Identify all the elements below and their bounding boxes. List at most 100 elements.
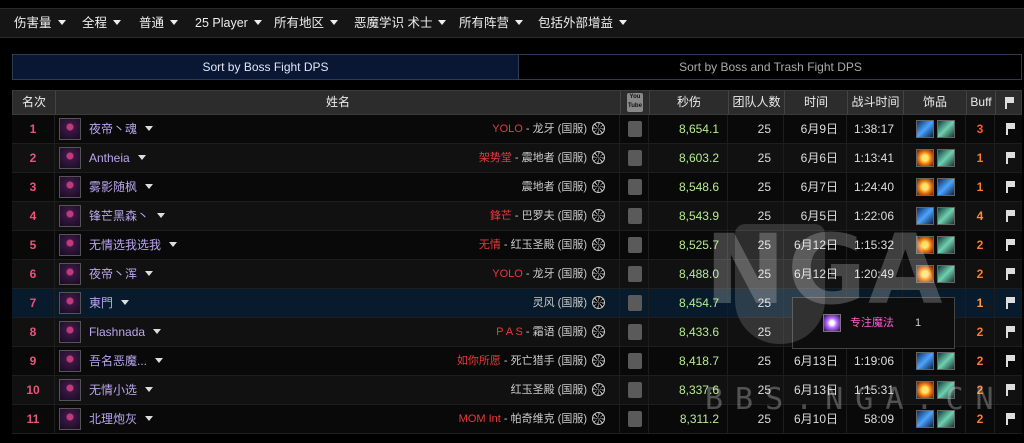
armory-icon[interactable] xyxy=(592,382,605,396)
col-flag[interactable] xyxy=(996,91,1021,114)
filter-size[interactable]: 25 Player xyxy=(195,9,262,37)
player-name[interactable]: Flashnada xyxy=(89,318,162,346)
table-row[interactable]: 3 雾影随枫 震地者 (国服) 8,548.6 25 6月7日 1:24:40 … xyxy=(12,173,1022,202)
chevron-down-icon[interactable] xyxy=(169,242,178,248)
youtube-icon[interactable] xyxy=(628,382,642,398)
armory-icon[interactable] xyxy=(592,324,605,338)
armory-icon[interactable] xyxy=(592,266,605,280)
col-dps[interactable]: 秒伤 xyxy=(650,91,729,114)
player-name[interactable]: 无情小选 xyxy=(89,376,154,404)
youtube-icon[interactable] xyxy=(628,179,642,195)
player-name[interactable]: 北理炮灰 xyxy=(89,405,154,433)
armory-icon[interactable] xyxy=(592,295,605,309)
trinket-icon[interactable] xyxy=(937,410,955,428)
filter-faction[interactable]: 所有阵营 xyxy=(459,9,524,37)
table-row[interactable]: 6 夜帝丶浑 YOLO - 龙牙 (国服) 8,488.0 25 6月12日 1… xyxy=(12,260,1022,289)
trinket-icon[interactable] xyxy=(937,352,955,370)
buff-value[interactable]: 2 xyxy=(966,405,995,433)
armory-icon[interactable] xyxy=(592,150,605,164)
flag-icon[interactable] xyxy=(1006,297,1015,309)
flag-icon[interactable] xyxy=(1006,210,1015,222)
guild-name[interactable]: YOLO xyxy=(492,123,523,135)
chevron-down-icon[interactable] xyxy=(145,416,154,422)
youtube-icon[interactable] xyxy=(628,411,642,427)
guild-name[interactable]: 架势堂 xyxy=(479,152,512,164)
col-buff[interactable]: Buff xyxy=(967,91,996,114)
player-name[interactable]: 夜帝丶浑 xyxy=(89,260,154,288)
chevron-down-icon[interactable] xyxy=(153,329,162,335)
armory-icon[interactable] xyxy=(592,121,605,135)
guild-name[interactable]: P A S xyxy=(496,326,523,338)
table-row[interactable]: 1 夜帝丶魂 YOLO - 龙牙 (国服) 8,654.1 25 6月9日 1:… xyxy=(12,115,1022,144)
flag-icon[interactable] xyxy=(1006,268,1015,280)
buff-value[interactable]: 2 xyxy=(966,231,995,259)
chevron-down-icon[interactable] xyxy=(155,358,164,364)
filter-phase[interactable]: 全程 xyxy=(82,9,122,37)
buff-value[interactable]: 2 xyxy=(966,347,995,375)
filter-region[interactable]: 所有地区 xyxy=(274,9,339,37)
buff-value[interactable]: 2 xyxy=(966,260,995,288)
filter-buffs[interactable]: 包括外部增益 xyxy=(538,9,628,37)
armory-icon[interactable] xyxy=(592,411,605,425)
trinket-icon[interactable] xyxy=(937,236,955,254)
filter-spec[interactable]: 恶魔学识 术士 xyxy=(354,9,447,37)
trinket-icon[interactable] xyxy=(937,381,955,399)
col-rank[interactable]: 名次 xyxy=(13,91,56,114)
chevron-down-icon[interactable] xyxy=(145,184,154,190)
youtube-icon[interactable] xyxy=(628,121,642,137)
buff-value[interactable]: 2 xyxy=(966,318,995,346)
buff-value[interactable]: 4 xyxy=(966,202,995,230)
guild-name[interactable]: YOLO xyxy=(492,268,523,280)
flag-icon[interactable] xyxy=(1006,413,1015,425)
player-name[interactable]: Antheia xyxy=(89,144,146,172)
trinket-icon[interactable] xyxy=(937,149,955,167)
guild-name[interactable]: 鋒芒 xyxy=(490,210,512,222)
buff-value[interactable]: 1 xyxy=(966,173,995,201)
filter-difficulty[interactable]: 普通 xyxy=(139,9,179,37)
buff-value[interactable]: 3 xyxy=(966,115,995,143)
armory-icon[interactable] xyxy=(592,353,605,367)
armory-icon[interactable] xyxy=(592,237,605,251)
flag-icon[interactable] xyxy=(1006,384,1015,396)
table-row[interactable]: 9 吾名恶魔... 如你所愿 - 死亡猎手 (国服) 8,418.7 25 6月… xyxy=(12,347,1022,376)
table-row[interactable]: 10 无情小选 红玉圣殿 (国服) 8,337.6 25 6月13日 1:15:… xyxy=(12,376,1022,405)
youtube-icon[interactable] xyxy=(628,208,642,224)
chevron-down-icon[interactable] xyxy=(121,300,130,306)
tab-boss-fight-dps[interactable]: Sort by Boss Fight DPS xyxy=(13,55,518,79)
trinket-icon[interactable] xyxy=(916,149,934,167)
table-row[interactable]: 2 Antheia 架势堂 - 震地者 (国服) 8,603.2 25 6月6日… xyxy=(12,144,1022,173)
buff-value[interactable]: 1 xyxy=(966,144,995,172)
player-name[interactable]: 東門 xyxy=(89,289,130,317)
player-name[interactable]: 锋芒黑森丶 xyxy=(89,202,166,230)
flag-icon[interactable] xyxy=(1006,239,1015,251)
col-items[interactable]: 饰品 xyxy=(904,91,967,114)
armory-icon[interactable] xyxy=(592,179,605,193)
buff-value[interactable]: 2 xyxy=(966,376,995,404)
tab-boss-trash-dps[interactable]: Sort by Boss and Trash Fight DPS xyxy=(518,55,1022,79)
trinket-icon[interactable] xyxy=(916,178,934,196)
chevron-down-icon[interactable] xyxy=(145,271,154,277)
youtube-icon[interactable] xyxy=(628,266,642,282)
trinket-icon[interactable] xyxy=(916,381,934,399)
chevron-down-icon[interactable] xyxy=(145,126,154,132)
player-name[interactable]: 吾名恶魔... xyxy=(89,347,164,375)
flag-icon[interactable] xyxy=(1006,123,1015,135)
table-row[interactable]: 4 锋芒黑森丶 鋒芒 - 巴罗夫 (国服) 8,543.9 25 6月5日 1:… xyxy=(12,202,1022,231)
table-row[interactable]: 5 无情选我选我 无情 - 红玉圣殿 (国服) 8,525.7 25 6月12日… xyxy=(12,231,1022,260)
trinket-icon[interactable] xyxy=(937,265,955,283)
player-name[interactable]: 无情选我选我 xyxy=(89,231,178,259)
youtube-icon[interactable] xyxy=(628,150,642,166)
trinket-icon[interactable] xyxy=(916,265,934,283)
flag-icon[interactable] xyxy=(1006,152,1015,164)
guild-name[interactable]: 如你所愿 xyxy=(457,355,501,367)
col-duration[interactable]: 战斗时间 xyxy=(848,91,904,114)
youtube-icon[interactable] xyxy=(628,353,642,369)
flag-icon[interactable] xyxy=(1006,326,1015,338)
guild-name[interactable]: MOM Int xyxy=(459,413,501,425)
player-name[interactable]: 雾影随枫 xyxy=(89,173,154,201)
youtube-icon[interactable] xyxy=(628,324,642,340)
table-row[interactable]: 11 北理炮灰 MOM Int - 帕奇维克 (国服) 8,311.2 25 6… xyxy=(12,405,1022,434)
trinket-icon[interactable] xyxy=(937,207,955,225)
trinket-icon[interactable] xyxy=(916,236,934,254)
flag-icon[interactable] xyxy=(1006,181,1015,193)
